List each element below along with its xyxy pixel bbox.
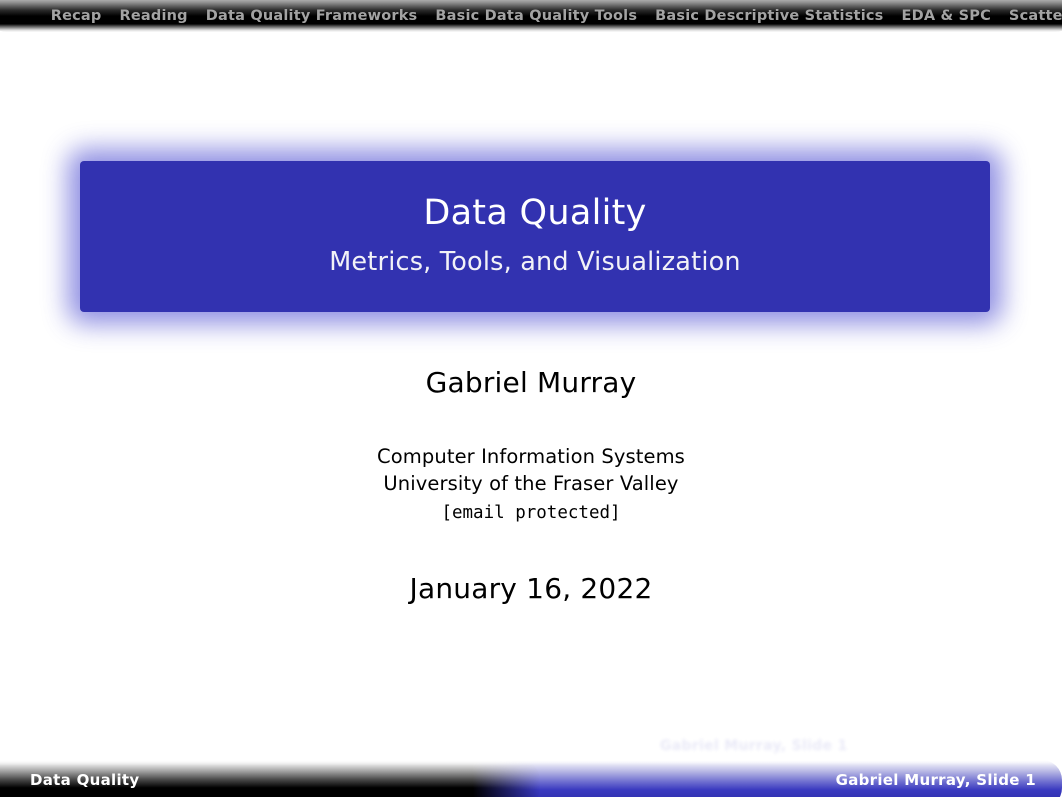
nav-item-recap[interactable]: Recap [42, 8, 111, 24]
title-block-panel: Data Quality Metrics, Tools, and Visuali… [80, 161, 990, 312]
title-block: Data Quality Metrics, Tools, and Visuali… [68, 149, 1002, 324]
author-information-block: Gabriel Murray Computer Information Syst… [0, 366, 1062, 606]
nav-item-basic-descriptive-statistics[interactable]: Basic Descriptive Statistics [646, 8, 892, 24]
footer-bar: Data Quality Gabriel Murray, Slide 1 [0, 757, 1062, 797]
presentation-subtitle: Metrics, Tools, and Visualization [329, 247, 741, 278]
nav-item-eda-and-spc[interactable]: EDA & SPC [893, 8, 1000, 24]
footer-ghost-text: Gabriel Murray, Slide 1 [660, 738, 848, 754]
institute-department: Computer Information Systems [377, 444, 685, 468]
presentation-title: Data Quality [423, 192, 647, 233]
top-navigation-bar: Recap Reading Data Quality Frameworks Ba… [0, 0, 1062, 32]
nav-item-reading[interactable]: Reading [111, 8, 197, 24]
nav-item-data-quality-frameworks[interactable]: Data Quality Frameworks [197, 8, 427, 24]
nav-item-basic-data-quality-tools[interactable]: Basic Data Quality Tools [426, 8, 646, 24]
author-name: Gabriel Murray [425, 366, 637, 399]
author-email: [email protected] [441, 503, 621, 524]
institute-block: Computer Information Systems University … [0, 443, 1062, 526]
footer-author-and-slide-number: Gabriel Murray, Slide 1 [835, 771, 1036, 789]
footer-presentation-title: Data Quality [30, 771, 140, 789]
presentation-date: January 16, 2022 [409, 572, 653, 606]
navbar-item-list: Recap Reading Data Quality Frameworks Ba… [0, 0, 1062, 32]
institute-university: University of the Fraser Valley [383, 472, 679, 496]
nav-item-scatter[interactable]: Scatter [1000, 8, 1062, 24]
